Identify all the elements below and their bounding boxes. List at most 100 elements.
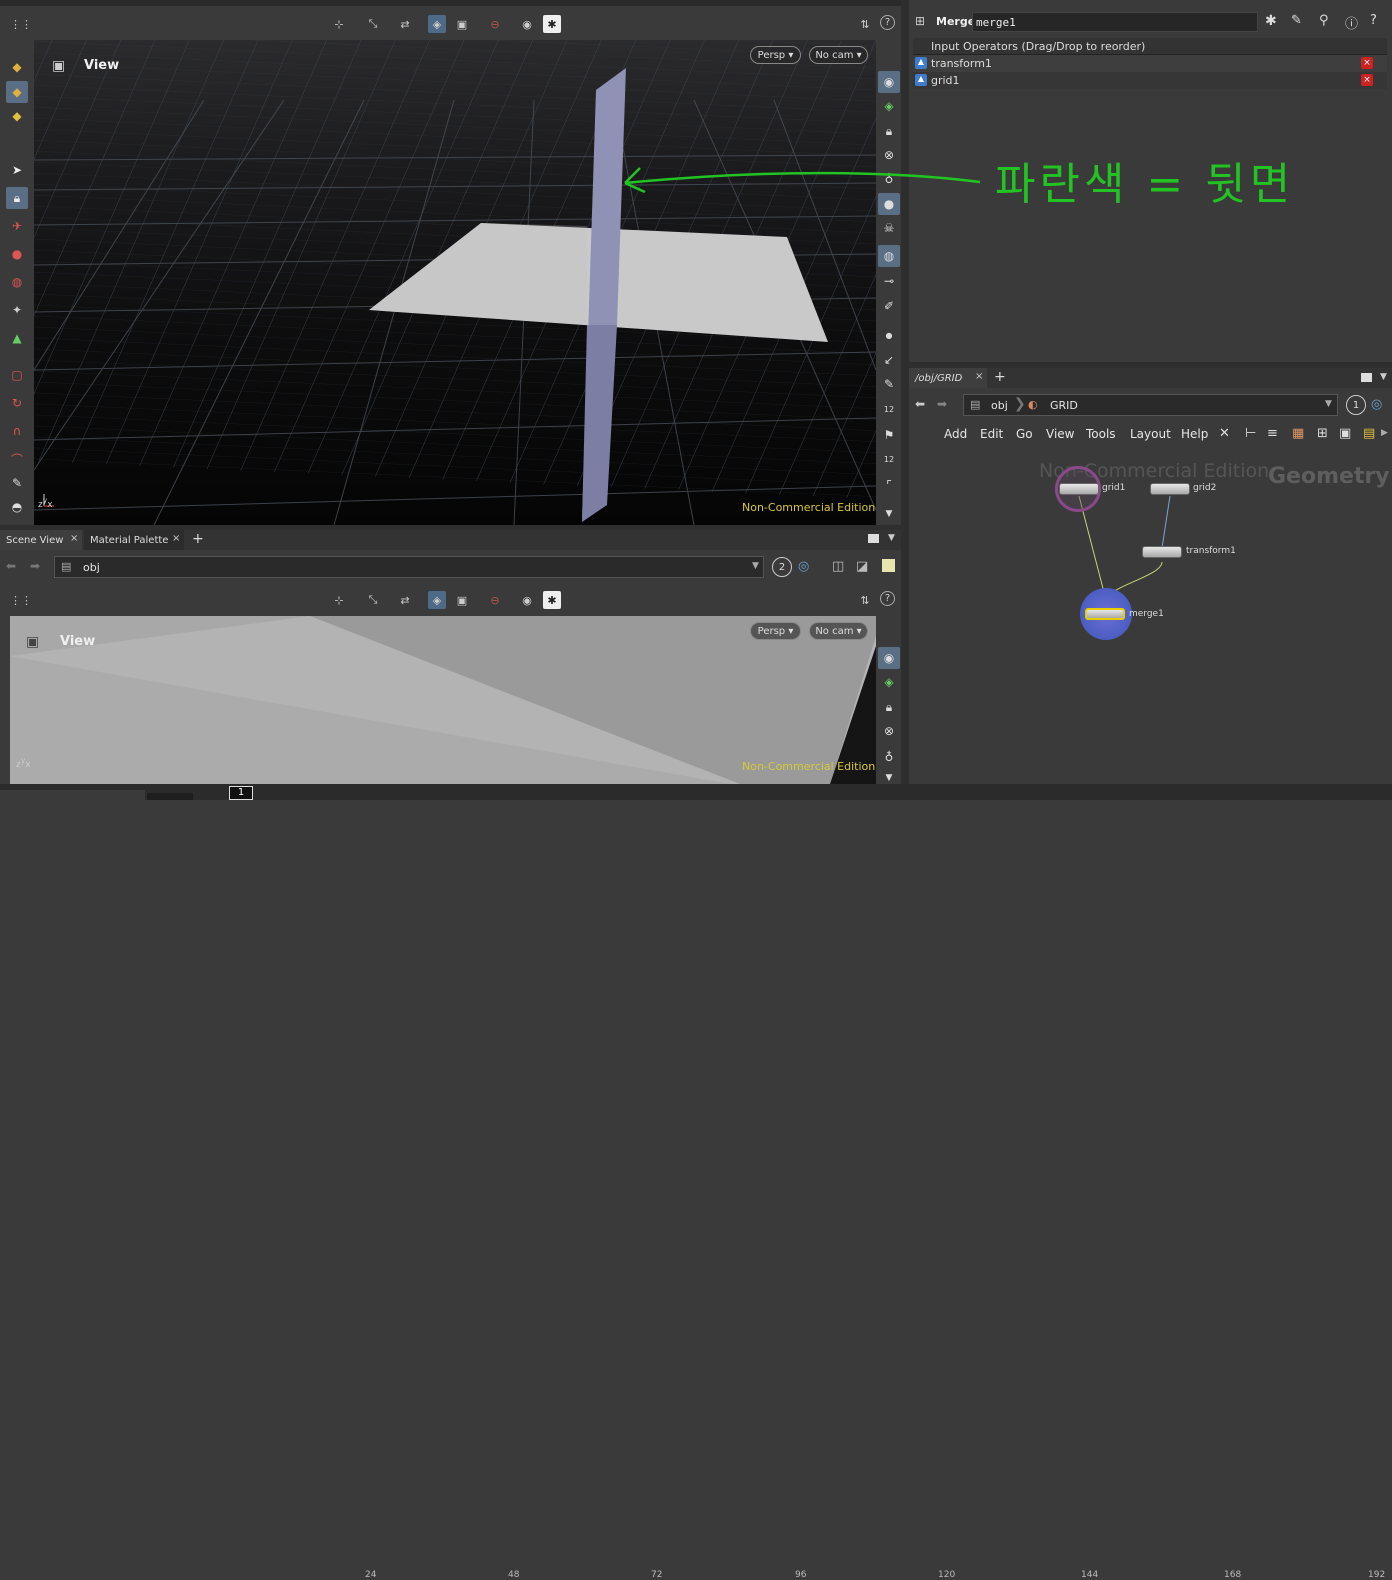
visibility-icon[interactable]: ◉ (518, 15, 536, 33)
search-icon[interactable]: ⚲ (1319, 13, 1329, 28)
add-tab-icon[interactable]: + (994, 369, 1006, 385)
snap-icon[interactable]: ⇄ (396, 15, 414, 33)
render-region-icon[interactable]: ▣ (453, 15, 471, 33)
pane-dropdown-icon[interactable]: ▼ (888, 533, 895, 543)
pin-badge[interactable]: 1 (1346, 395, 1366, 415)
persp-dropdown[interactable]: Persp ▾ (750, 622, 801, 640)
lock-view-icon[interactable]: 🔒︎ (878, 120, 900, 142)
back-arrow-icon[interactable]: ⬅ (6, 559, 16, 573)
menu-tools[interactable]: Tools (1086, 427, 1116, 441)
menu-add[interactable]: Add (944, 427, 967, 441)
wire-icon[interactable]: ✐ (878, 295, 900, 317)
render-icon[interactable]: ◪ (856, 559, 868, 574)
remove-input-icon[interactable]: × (1361, 57, 1373, 69)
layout-icon[interactable]: ⇅ (856, 591, 874, 609)
sticky-note-icon[interactable] (882, 559, 895, 572)
light-icon[interactable]: ♁ (878, 746, 900, 768)
pose-tool-icon[interactable]: ● (6, 243, 28, 265)
color-palette-icon[interactable]: ▦ (1292, 426, 1304, 441)
select-points-icon[interactable]: ◆ (6, 81, 28, 103)
forward-arrow-icon[interactable]: ➡ (30, 559, 40, 573)
cube-icon[interactable]: ◫ (832, 559, 844, 574)
help-icon[interactable]: ? (1370, 13, 1377, 28)
breadcrumb-root[interactable]: obj (991, 399, 1008, 412)
brush-tool-icon[interactable]: ◓ (6, 496, 28, 518)
skull-icon[interactable]: ☠ (878, 217, 900, 239)
path-field[interactable]: ▤ obj ▼ (54, 556, 764, 578)
node-merge1[interactable] (1085, 608, 1125, 620)
magnet-tool-icon[interactable]: ⌒ (6, 448, 28, 470)
snap-off-icon[interactable]: ⊗ (878, 720, 900, 742)
pick-icon[interactable]: ✎ (878, 373, 900, 395)
normal-icon[interactable]: ↙ (878, 349, 900, 371)
link-icon[interactable]: ⊸ (878, 270, 900, 292)
sticky-note-icon[interactable]: ▤ (1363, 426, 1375, 441)
move-up-icon[interactable]: ▲ (915, 74, 927, 86)
pane-menu-icon[interactable] (1361, 373, 1372, 382)
number-icon[interactable]: 12 (878, 398, 900, 420)
display-options-icon[interactable]: ⊹ (330, 591, 348, 609)
visibility-icon[interactable]: ◉ (518, 591, 536, 609)
camera-dropdown[interactable]: No cam ▾ (809, 622, 868, 640)
link-status-icon[interactable]: ◎ (798, 559, 809, 574)
help-icon[interactable]: ? (880, 15, 895, 30)
gear-icon[interactable]: ✱ (1265, 13, 1277, 29)
camera-dropdown[interactable]: No cam ▾ (809, 46, 868, 64)
move-up-icon[interactable]: ▲ (915, 57, 927, 69)
link-status-icon[interactable]: ◎ (1371, 397, 1382, 412)
ghost-icon[interactable]: ◈ (878, 95, 900, 117)
point-icon[interactable]: ● (878, 324, 900, 346)
info-icon[interactable]: ⓘ (1345, 13, 1358, 32)
select-mode-icon[interactable]: ⤡ (364, 591, 382, 609)
path-dropdown-icon[interactable]: ▼ (752, 561, 759, 571)
frame-field[interactable] (147, 793, 193, 800)
more-arrow-icon[interactable]: ▶ (1381, 428, 1388, 438)
paint-tool-icon[interactable]: ✎ (6, 472, 28, 494)
rig-tool-icon[interactable]: ✦ (6, 299, 28, 321)
close-tab-icon[interactable]: × (172, 533, 180, 544)
menu-layout[interactable]: Layout (1130, 427, 1171, 441)
help-icon[interactable]: ? (880, 591, 895, 606)
network-editor[interactable]: Non-Commercial Edition Geometry grid1 gr… (909, 448, 1392, 784)
camera-view-icon[interactable]: ◈ (428, 591, 446, 609)
tools-icon[interactable]: ✕ (1219, 426, 1230, 441)
no-entry-icon[interactable]: ⊖ (486, 591, 504, 609)
node-name-field[interactable]: merge1 (972, 12, 1258, 32)
list-icon[interactable]: ≡ (1267, 426, 1278, 441)
pane-menu-icon[interactable] (868, 534, 879, 543)
lock-icon[interactable]: 🔒︎ (6, 187, 28, 209)
forward-arrow-icon[interactable]: ➡ (937, 397, 947, 411)
timeline[interactable]: 1 24 48 72 96 120 144 168 192 (0, 784, 1392, 1580)
handle-tool-icon[interactable]: ◍ (6, 271, 28, 293)
eye-icon[interactable]: ◉ (878, 71, 900, 93)
snap-icon[interactable]: ⇄ (396, 591, 414, 609)
camera-view-icon[interactable]: ◈ (428, 15, 446, 33)
eye-icon[interactable]: ◉ (878, 647, 900, 669)
node-grid2[interactable] (1150, 483, 1190, 495)
input-row[interactable]: ▲ transform1 × (913, 55, 1387, 72)
current-frame[interactable]: 1 (229, 786, 253, 800)
render-region-icon[interactable]: ▣ (453, 591, 471, 609)
input-row[interactable]: ▲ grid1 × (913, 72, 1387, 89)
node-grid1[interactable] (1059, 483, 1099, 495)
menu-go[interactable]: Go (1016, 427, 1033, 441)
image-icon[interactable]: ▣ (1339, 426, 1351, 441)
menu-help[interactable]: Help (1181, 427, 1208, 441)
rotate-tool-icon[interactable]: ↻ (6, 392, 28, 414)
path-dropdown-icon[interactable]: ▼ (1325, 399, 1332, 409)
grid-view-icon[interactable]: ⊞ (1317, 426, 1328, 441)
corner-icon[interactable]: ⌜ (878, 474, 900, 496)
select-mode-icon[interactable]: ⤡ (364, 15, 382, 33)
pin-badge[interactable]: 2 (772, 557, 792, 577)
menu-view[interactable]: View (1046, 427, 1074, 441)
scale-tool-icon[interactable]: ▢ (6, 364, 28, 386)
remove-input-icon[interactable]: × (1361, 74, 1373, 86)
ghost-icon[interactable]: ◈ (878, 671, 900, 693)
pane-dropdown-icon[interactable]: ▼ (1380, 372, 1387, 382)
close-tab-icon[interactable]: × (70, 533, 78, 544)
pointer-icon[interactable]: ➤ (6, 159, 28, 181)
menu-edit[interactable]: Edit (980, 427, 1003, 441)
node-transform1[interactable] (1142, 546, 1182, 558)
bottom-viewport[interactable]: ▣ View Persp ▾ No cam ▾ Non-Commercial E… (10, 616, 876, 784)
gear-settings-icon[interactable]: ✱ (543, 15, 561, 33)
